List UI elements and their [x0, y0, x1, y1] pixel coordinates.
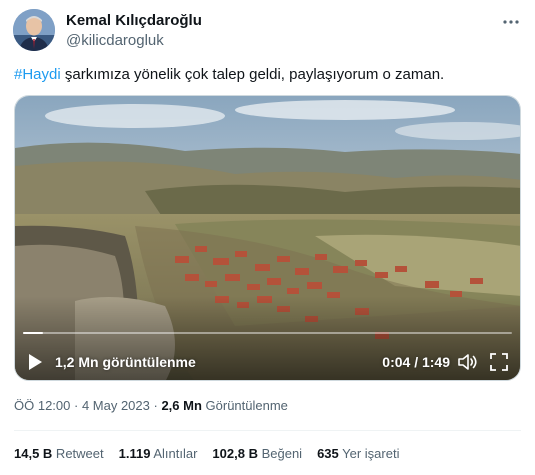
stat-likes[interactable]: 102,8 B Beğeni: [212, 446, 302, 462]
fullscreen-icon[interactable]: [490, 353, 508, 371]
author-handle[interactable]: @kilicdarogluk: [66, 31, 202, 50]
stat-retweets[interactable]: 14,5 B Retweet: [14, 446, 104, 462]
more-options-icon[interactable]: [501, 12, 521, 32]
author-display-name[interactable]: Kemal Kılıçdaroğlu: [66, 11, 202, 30]
tweet-date[interactable]: 4 May 2023: [82, 398, 150, 413]
volume-icon[interactable]: [458, 353, 478, 371]
quotes-label: Alıntılar: [150, 446, 198, 461]
tweet-card: Kemal Kılıçdaroğlu @kilicdarogluk #Haydi…: [0, 0, 535, 475]
video-frame-landscape: [15, 96, 520, 380]
stat-bookmarks[interactable]: 635 Yer işareti: [317, 446, 399, 462]
tweet-meta: ÖÖ 12:00 · 4 May 2023 · 2,6 Mn Görüntüle…: [14, 398, 288, 414]
video-time-label: 0:04 / 1:49: [382, 354, 450, 370]
tweet-body-text: şarkımıza yönelik çok talep geldi, payla…: [60, 66, 445, 83]
hashtag-link[interactable]: #Haydi: [14, 66, 61, 83]
video-player[interactable]: 1,2 Mn görüntülenme 0:04 / 1:49: [14, 95, 521, 381]
likes-label: Beğeni: [257, 446, 303, 461]
video-views-label: 1,2 Mn görüntülenme: [55, 354, 196, 370]
bookmarks-label: Yer işareti: [338, 446, 400, 461]
divider: [14, 430, 521, 431]
likes-count: 102,8 B: [212, 446, 258, 461]
tweet-stats: 14,5 B Retweet 1.119 Alıntılar 102,8 B Beğ…: [14, 446, 414, 462]
profile-avatar-icon: [13, 9, 55, 51]
bookmarks-count: 635: [317, 446, 339, 461]
retweets-label: Retweet: [52, 446, 104, 461]
meta-separator: ·: [149, 398, 162, 413]
author-block: Kemal Kılıçdaroğlu @kilicdarogluk: [66, 11, 202, 50]
meta-separator: ·: [70, 398, 82, 413]
stat-quotes[interactable]: 1.119 Alıntılar: [119, 446, 198, 462]
play-icon[interactable]: [27, 353, 43, 371]
tweet-text: #Haydi şarkımıza yönelik çok talep geldi…: [14, 65, 524, 85]
author-avatar[interactable]: [13, 9, 55, 51]
quotes-count: 1.119: [118, 446, 151, 461]
tweet-views-count: 2,6 Mn: [161, 398, 202, 413]
tweet-time[interactable]: ÖÖ 12:00: [14, 398, 70, 413]
retweets-count: 14,5 B: [14, 446, 53, 461]
video-progress-fill: [23, 332, 43, 334]
tweet-views-label: Görüntülenme: [201, 398, 288, 413]
video-progress-bar[interactable]: [23, 332, 512, 334]
